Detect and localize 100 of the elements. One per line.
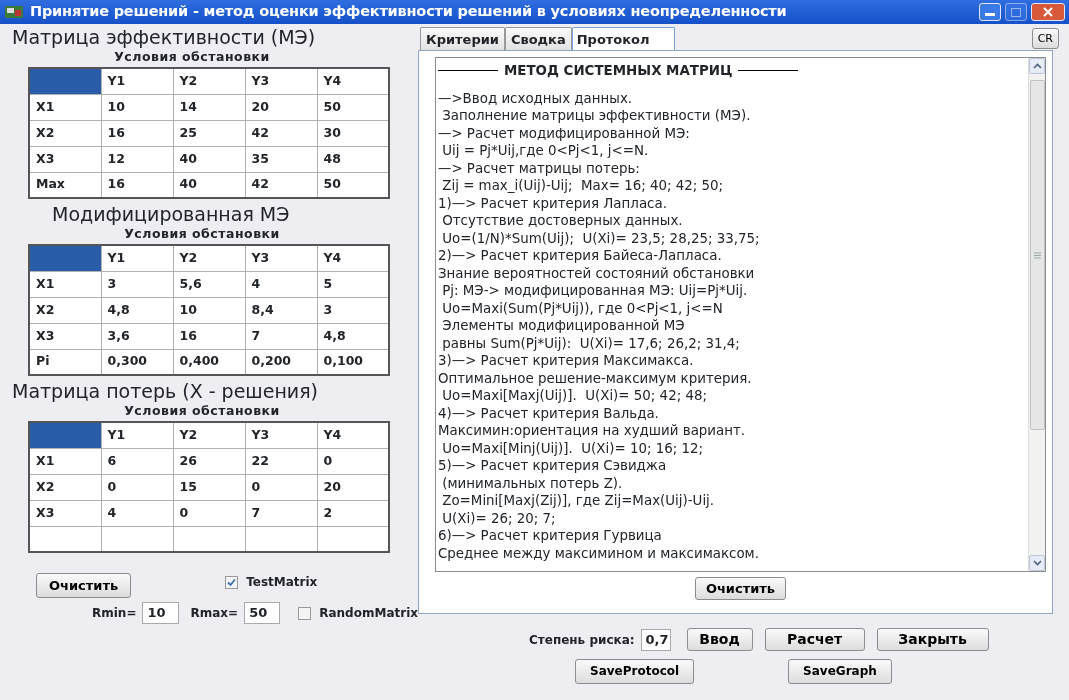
save-button[interactable]: SaveProtocol bbox=[575, 659, 695, 684]
protocol-heading: МЕТОД СИСТЕМНЫХ МАТРИЦ bbox=[504, 62, 733, 80]
close-icon bbox=[1043, 7, 1053, 17]
table-cell[interactable]: 5,6 bbox=[173, 271, 245, 297]
grip-icon bbox=[1033, 251, 1041, 259]
tab[interactable]: Сводка bbox=[504, 26, 572, 50]
log-line: равны Sum(Pj*Uij): U(Xi)= 17,6; 26,2; 31,4; bbox=[441, 334, 741, 352]
checkbox[interactable] bbox=[225, 575, 239, 589]
matrix-title: Матрица эффективности (МЭ) bbox=[12, 26, 317, 49]
table-subtitle: Условия обстановки bbox=[123, 403, 281, 419]
table-cell[interactable]: 25 bbox=[173, 120, 245, 146]
table-cell[interactable]: 0 bbox=[245, 474, 317, 500]
log-line: Uo=Maxi[Maxj(Uij)]. U(Xi)= 50; 42; 48; bbox=[441, 387, 708, 405]
table-cell[interactable]: 8,4 bbox=[245, 297, 317, 323]
log-line: 1)—> Расчет критерия Лапласа. bbox=[438, 194, 668, 212]
table-cell[interactable]: 40 bbox=[173, 146, 245, 172]
column-header: Y1 bbox=[101, 422, 173, 448]
table-cell[interactable]: 10 bbox=[173, 297, 245, 323]
maximize-icon bbox=[1011, 7, 1021, 17]
rmax-field[interactable]: 50 bbox=[244, 602, 281, 624]
log-line: Максимин:ориентация на худший вариант. bbox=[438, 422, 747, 440]
rmin-field[interactable]: 10 bbox=[142, 602, 179, 624]
clear-protocol-button[interactable]: Очистить bbox=[694, 577, 787, 600]
chevron-up-icon bbox=[1032, 63, 1042, 69]
log-line: Среднее между максимином и максимаксом. bbox=[438, 544, 760, 562]
clear-button[interactable]: Очистить bbox=[36, 573, 132, 598]
table-subtitle: Условия обстановки bbox=[123, 226, 281, 242]
divider-line bbox=[438, 70, 498, 72]
log-line: —> Расчет модифицированной МЭ: bbox=[438, 124, 691, 142]
cr-button[interactable]: CR bbox=[1031, 28, 1059, 49]
log-line: Uo=(1/N)*Sum(Uij); U(Xi)= 23,5; 28,25; 33,75; bbox=[441, 229, 761, 247]
close-button[interactable] bbox=[1031, 3, 1065, 21]
table-cell[interactable]: 22 bbox=[245, 448, 317, 474]
table-cell[interactable]: 15 bbox=[173, 474, 245, 500]
table-cell[interactable]: 4,8 bbox=[101, 297, 173, 323]
rmin-label: Rmin= bbox=[92, 605, 137, 622]
matrix-title: Модифицированная МЭ bbox=[51, 203, 291, 226]
table-cell[interactable]: 6 bbox=[101, 448, 173, 474]
column-header: Y2 bbox=[173, 245, 245, 271]
table-cell[interactable]: 26 bbox=[173, 448, 245, 474]
table-cell[interactable]: 7 bbox=[245, 323, 317, 349]
checkbox-label: TestMatrix bbox=[246, 574, 318, 591]
table-cell[interactable]: 12 bbox=[101, 146, 173, 172]
column-header: Y3 bbox=[245, 245, 317, 271]
table-cell[interactable]: 0 bbox=[101, 474, 173, 500]
table-cell[interactable]: 4 bbox=[245, 271, 317, 297]
tab[interactable]: Критерии bbox=[420, 26, 505, 50]
table-cell[interactable]: 42 bbox=[245, 120, 317, 146]
log-line: Знание вероятностей состояний обстановки bbox=[438, 264, 756, 282]
log-line: —>Ввод исходных данных. bbox=[438, 89, 634, 107]
column-header: Y2 bbox=[173, 422, 245, 448]
minimize-button[interactable] bbox=[979, 3, 1001, 21]
app-icon bbox=[4, 4, 24, 20]
log-line: 2)—> Расчет критерия Байеса-Лапласа. bbox=[438, 247, 723, 265]
table-cell[interactable]: 14 bbox=[173, 94, 245, 120]
table-subtitle: Условия обстановки bbox=[113, 49, 271, 65]
save-button[interactable]: SaveGraph bbox=[788, 659, 892, 684]
maximize-button[interactable] bbox=[1005, 3, 1027, 21]
scroll-down-button[interactable] bbox=[1029, 555, 1045, 571]
table-cell[interactable]: 4 bbox=[101, 500, 173, 526]
table-cell[interactable]: 3,6 bbox=[101, 323, 173, 349]
scrollbar[interactable] bbox=[1028, 58, 1045, 571]
column-header: Y1 bbox=[101, 245, 173, 271]
column-header: Y1 bbox=[101, 68, 173, 94]
matrix-title: Матрица потерь (X - решения) bbox=[12, 380, 320, 403]
row-header: X3 bbox=[29, 323, 101, 349]
checkbox[interactable] bbox=[298, 606, 312, 620]
table-cell[interactable]: 0 bbox=[173, 500, 245, 526]
tab[interactable]: Протокол bbox=[571, 26, 675, 50]
corner-cell bbox=[29, 245, 101, 271]
risk-label: Степень риска: bbox=[529, 631, 635, 649]
scroll-thumb[interactable] bbox=[1029, 80, 1045, 430]
table-cell[interactable]: 20 bbox=[245, 94, 317, 120]
column-header: Y3 bbox=[245, 422, 317, 448]
window-title: Принятие решений - метод оценки эффективности решений в условиях неопределенности bbox=[30, 2, 787, 22]
row-header: X2 bbox=[29, 297, 101, 323]
action-button[interactable]: Ввод bbox=[686, 628, 753, 651]
table-cell[interactable]: 16 bbox=[173, 323, 245, 349]
log-line: U(Xi)= 26; 20; 7; bbox=[441, 509, 557, 527]
row-header: X1 bbox=[29, 94, 101, 120]
row-header: X1 bbox=[29, 448, 101, 474]
table-cell[interactable]: 35 bbox=[245, 146, 317, 172]
row-header: X2 bbox=[29, 120, 101, 146]
corner-cell bbox=[29, 68, 101, 94]
log-line: Оптимальное решение-максимум критерия. bbox=[438, 369, 753, 387]
action-button[interactable]: Закрыть bbox=[876, 628, 989, 651]
rmax-label: Rmax= bbox=[190, 605, 239, 622]
log-line: Uij = Pj*Uij,где 0<Pj<1, j<=N. bbox=[441, 142, 650, 160]
scroll-up-button[interactable] bbox=[1029, 58, 1045, 74]
log-line: 6)—> Расчет критерия Гурвица bbox=[438, 527, 663, 545]
table-cell[interactable]: 16 bbox=[101, 120, 173, 146]
log-line: Pj: МЭ-> модифицированная МЭ: Uij=Pj*Uij. bbox=[441, 282, 749, 300]
log-line: Zij = max_i(Uij)-Uij; Max= 16; 40; 42; 50; bbox=[441, 177, 725, 195]
table-cell[interactable]: 3 bbox=[101, 271, 173, 297]
column-header: Y3 bbox=[245, 68, 317, 94]
risk-field[interactable]: 0,7 bbox=[640, 628, 671, 651]
table-cell[interactable]: 10 bbox=[101, 94, 173, 120]
action-button[interactable]: Расчет bbox=[764, 628, 865, 651]
log-line: 5)—> Расчет критерия Сэвиджа bbox=[438, 457, 668, 475]
table-cell[interactable]: 7 bbox=[245, 500, 317, 526]
